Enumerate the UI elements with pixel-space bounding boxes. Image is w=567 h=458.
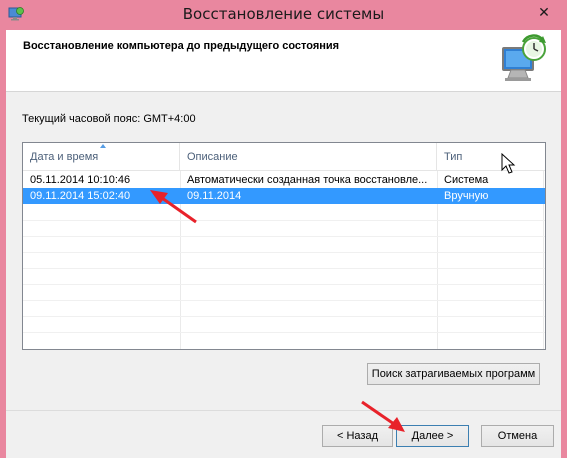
cell-type: Система xyxy=(444,174,489,186)
cell-date: 05.11.2014 10:10:46 xyxy=(30,174,131,186)
row-divider xyxy=(23,268,545,269)
column-header-description[interactable]: Описание xyxy=(180,143,437,171)
footer-divider xyxy=(6,410,561,411)
cell-date: 09.11.2014 15:02:40 xyxy=(30,190,131,202)
cancel-button[interactable]: Отмена xyxy=(481,425,554,447)
row-divider xyxy=(23,236,545,237)
cell-description: Автоматически созданная точка восстановл… xyxy=(187,174,428,186)
restore-points-table[interactable]: Дата и время Описание Тип 05.11.2014 10:… xyxy=(22,142,546,350)
table-row[interactable]: 05.11.2014 10:10:46 Автоматически создан… xyxy=(23,172,545,188)
system-restore-icon xyxy=(502,34,546,81)
sort-ascending-icon xyxy=(100,144,106,148)
row-divider xyxy=(23,284,545,285)
window-title: Восстановление системы xyxy=(182,5,385,23)
close-button[interactable]: ✕ xyxy=(531,2,557,22)
cell-type: Вручную xyxy=(444,190,489,202)
window-border-left xyxy=(0,30,6,458)
column-header-type[interactable]: Тип xyxy=(437,143,544,171)
column-header-type-label: Тип xyxy=(444,151,463,163)
system-restore-window: Восстановление системы ✕ Восстановление … xyxy=(0,0,567,458)
find-affected-programs-button[interactable]: Поиск затрагиваемых программ xyxy=(367,363,540,385)
window-border-right xyxy=(561,30,567,458)
column-header-date-label: Дата и время xyxy=(30,151,99,163)
row-divider xyxy=(23,300,545,301)
wizard-header: Восстановление компьютера до предыдущего… xyxy=(6,30,561,92)
next-button[interactable]: Далее > xyxy=(396,425,469,447)
table-header: Дата и время Описание Тип xyxy=(23,143,545,171)
mouse-cursor-icon xyxy=(501,153,516,174)
page-title: Восстановление компьютера до предыдущего… xyxy=(23,40,340,52)
column-header-description-label: Описание xyxy=(187,151,238,163)
row-divider xyxy=(23,252,545,253)
row-divider xyxy=(23,220,545,221)
table-row-selected[interactable]: 09.11.2014 15:02:40 09.11.2014 Вручную xyxy=(23,188,545,204)
column-header-date[interactable]: Дата и время xyxy=(23,143,180,171)
back-button[interactable]: < Назад xyxy=(322,425,393,447)
row-divider xyxy=(23,332,545,333)
title-bar: Восстановление системы ✕ xyxy=(0,0,567,30)
timezone-label: Текущий часовой пояс: GMT+4:00 xyxy=(22,113,196,125)
cell-description: 09.11.2014 xyxy=(187,190,242,202)
row-divider xyxy=(23,316,545,317)
